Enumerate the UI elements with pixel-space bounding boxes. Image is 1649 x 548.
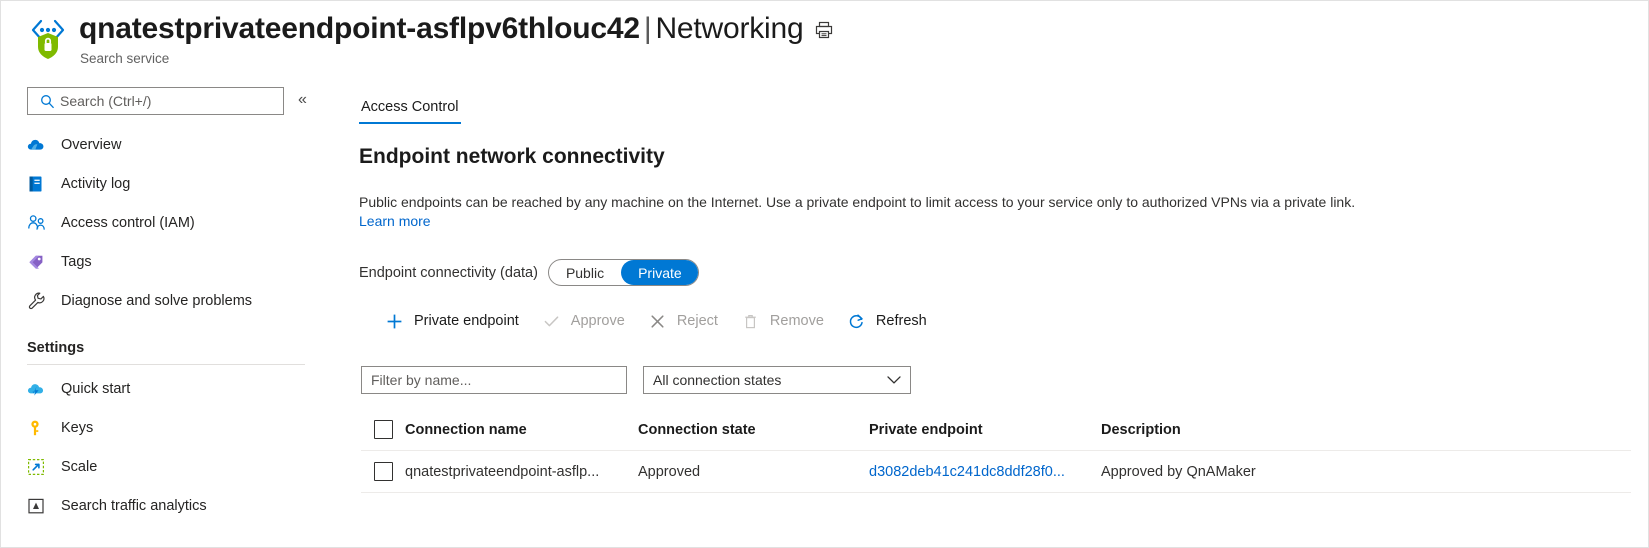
resource-type-subtitle: Search service bbox=[80, 51, 169, 66]
connection-state-selected-value: All connection states bbox=[644, 372, 781, 388]
sidebar-item-quick-start[interactable]: Quick start bbox=[1, 369, 331, 408]
scale-icon bbox=[27, 456, 51, 478]
sidebar-item-label: Search traffic analytics bbox=[51, 498, 207, 514]
sidebar-nav: Overview Activity log bbox=[1, 125, 331, 525]
reject-button: Reject bbox=[636, 307, 729, 335]
sidebar-item-overview[interactable]: Overview bbox=[1, 125, 331, 164]
toggle-option-public[interactable]: Public bbox=[549, 260, 621, 285]
trash-icon bbox=[740, 311, 761, 331]
select-all-checkbox[interactable] bbox=[374, 420, 393, 439]
private-endpoint-connections-table: Connection name Connection state Private… bbox=[361, 409, 1631, 493]
connection-state-select[interactable]: All connection states bbox=[643, 366, 911, 394]
cell-private-endpoint-link[interactable]: d3082deb41c241dc8ddf28f0... bbox=[869, 464, 1101, 480]
blade-page-name: Networking bbox=[655, 12, 803, 45]
tag-icon bbox=[27, 251, 51, 273]
sidebar-item-label: Scale bbox=[51, 459, 97, 475]
sidebar-item-scale[interactable]: Scale bbox=[1, 447, 331, 486]
row-select-cell bbox=[361, 462, 405, 481]
sidebar-item-search-traffic-analytics[interactable]: Search traffic analytics bbox=[1, 486, 331, 525]
toolbar-button-label: Reject bbox=[668, 313, 718, 329]
refresh-button[interactable]: Refresh bbox=[835, 307, 938, 335]
section-title: Endpoint network connectivity bbox=[359, 145, 665, 169]
remove-button: Remove bbox=[729, 307, 835, 335]
section-description: Public endpoints can be reached by any m… bbox=[359, 192, 1489, 212]
table-header-row: Connection name Connection state Private… bbox=[361, 409, 1631, 451]
key-icon bbox=[27, 417, 51, 439]
toolbar-button-label: Approve bbox=[562, 313, 625, 329]
azure-portal-networking-blade: qnatestprivateendpoint-asflpv6thlouc42|N… bbox=[0, 0, 1649, 548]
blade-header: qnatestprivateendpoint-asflpv6thlouc42|N… bbox=[1, 1, 1648, 79]
quickstart-cloud-icon bbox=[27, 378, 51, 400]
sidebar-item-tags[interactable]: Tags bbox=[1, 242, 331, 281]
chevron-down-icon bbox=[887, 376, 901, 385]
search-input[interactable] bbox=[58, 93, 265, 109]
page-title: qnatestprivateendpoint-asflpv6thlouc42|N… bbox=[79, 12, 804, 46]
blade-sidebar: « Overview bbox=[1, 79, 331, 548]
sidebar-item-label: Tags bbox=[51, 254, 92, 270]
cell-connection-state: Approved bbox=[638, 464, 869, 480]
sidebar-item-label: Access control (IAM) bbox=[51, 215, 195, 231]
check-icon bbox=[541, 311, 562, 331]
analytics-icon bbox=[27, 495, 51, 517]
column-header-connection-state: Connection state bbox=[638, 422, 869, 438]
cell-connection-name: qnatestprivateendpoint-asflp... bbox=[405, 464, 638, 480]
column-header-description: Description bbox=[1101, 422, 1631, 438]
toolbar-button-label: Refresh bbox=[867, 313, 927, 329]
private-endpoint-button[interactable]: Private endpoint bbox=[373, 307, 530, 335]
endpoint-connectivity-toggle[interactable]: Public Private bbox=[548, 259, 699, 286]
blade-content: Access Control Endpoint network connecti… bbox=[359, 79, 1648, 547]
column-header-private-endpoint: Private endpoint bbox=[869, 422, 1101, 438]
people-icon bbox=[27, 212, 51, 234]
sidebar-item-access-control[interactable]: Access control (IAM) bbox=[1, 203, 331, 242]
approve-button: Approve bbox=[530, 307, 636, 335]
endpoint-connectivity-row: Endpoint connectivity (data) Public Priv… bbox=[359, 259, 699, 286]
toggle-option-private[interactable]: Private bbox=[621, 260, 699, 285]
search-icon bbox=[36, 92, 58, 110]
sidebar-collapse-icon[interactable]: « bbox=[298, 91, 307, 109]
cognitive-search-service-icon bbox=[27, 15, 69, 61]
print-icon[interactable] bbox=[809, 15, 839, 45]
sidebar-item-keys[interactable]: Keys bbox=[1, 408, 331, 447]
activity-log-icon bbox=[27, 173, 51, 195]
select-all-cell bbox=[361, 420, 405, 439]
row-checkbox[interactable] bbox=[374, 462, 393, 481]
refresh-icon bbox=[846, 311, 867, 331]
content-tabs: Access Control bbox=[359, 95, 461, 124]
filter-row: All connection states bbox=[361, 366, 911, 394]
endpoint-connectivity-label: Endpoint connectivity (data) bbox=[359, 265, 538, 281]
sidebar-item-label: Overview bbox=[51, 137, 121, 153]
sidebar-item-activity-log[interactable]: Activity log bbox=[1, 164, 331, 203]
sidebar-item-label: Activity log bbox=[51, 176, 130, 192]
table-row[interactable]: qnatestprivateendpoint-asflp... Approved… bbox=[361, 451, 1631, 493]
wrench-icon bbox=[27, 290, 51, 312]
x-icon bbox=[647, 311, 668, 331]
sidebar-item-label: Keys bbox=[51, 420, 93, 436]
filter-by-name-input[interactable] bbox=[361, 366, 627, 394]
sidebar-item-diagnose[interactable]: Diagnose and solve problems bbox=[1, 281, 331, 320]
toolbar-button-label: Remove bbox=[761, 313, 824, 329]
title-separator: | bbox=[640, 12, 656, 45]
plus-icon bbox=[384, 311, 405, 331]
cell-description: Approved by QnAMaker bbox=[1101, 464, 1631, 480]
column-header-connection-name: Connection name bbox=[405, 422, 638, 438]
sidebar-group-settings: Settings bbox=[1, 320, 331, 358]
cloud-icon bbox=[27, 134, 51, 156]
learn-more-link[interactable]: Learn more bbox=[359, 213, 431, 229]
toolbar-button-label: Private endpoint bbox=[405, 313, 519, 329]
resource-name: qnatestprivateendpoint-asflpv6thlouc42 bbox=[79, 12, 640, 45]
tab-access-control[interactable]: Access Control bbox=[359, 95, 461, 124]
sidebar-group-label: Settings bbox=[27, 340, 84, 356]
sidebar-divider bbox=[27, 364, 305, 365]
command-toolbar: Private endpoint Approve Reject bbox=[373, 307, 938, 335]
sidebar-item-label: Diagnose and solve problems bbox=[51, 293, 252, 309]
sidebar-item-label: Quick start bbox=[51, 381, 130, 397]
sidebar-search-box[interactable] bbox=[27, 87, 284, 115]
